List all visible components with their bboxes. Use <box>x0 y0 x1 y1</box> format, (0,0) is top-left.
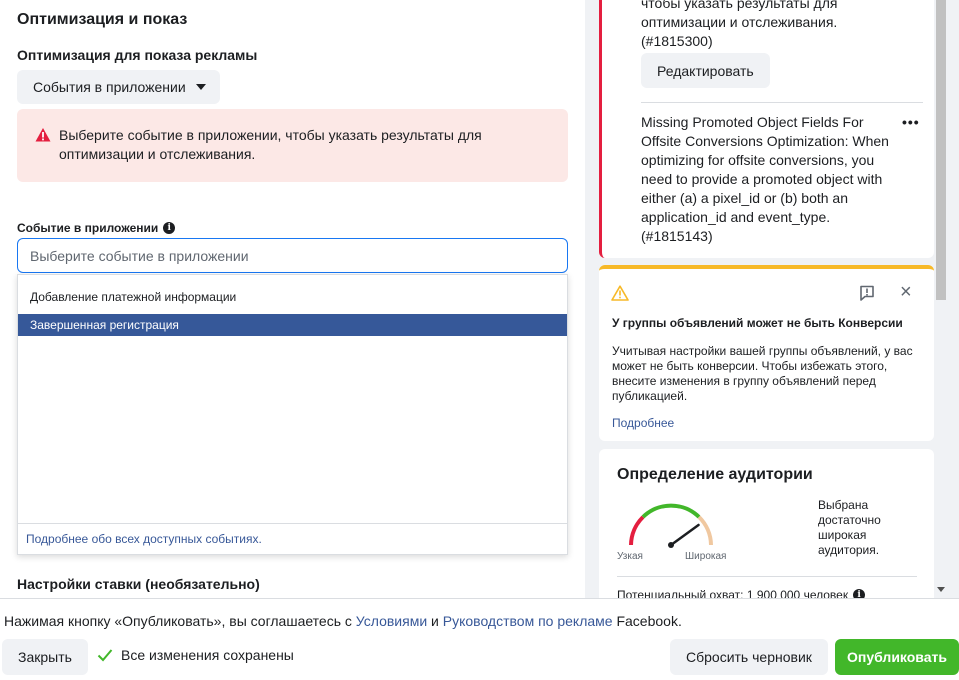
menu-item-complete-registration[interactable]: Завершенная регистрация <box>18 314 567 336</box>
audience-gauge <box>629 503 713 548</box>
error-card-text-1: чтобы указать результаты для оптимизации… <box>641 0 838 49</box>
optimization-panel: Оптимизация и показ Оптимизация для пока… <box>0 0 585 598</box>
terms-text: Нажимая кнопку «Опубликовать», вы соглаш… <box>4 613 682 629</box>
feedback-icon[interactable] <box>859 285 875 301</box>
potential-reach-text: Потенциальный охват: 1 900 000 человек <box>617 588 849 598</box>
error-text: Выберите событие в приложении, чтобы ука… <box>59 127 482 162</box>
save-status: Все изменения сохранены <box>97 647 294 663</box>
audience-title: Определение аудитории <box>617 466 813 483</box>
ad-guidelines-link[interactable]: Руководством по рекламе <box>443 613 613 629</box>
reset-draft-button[interactable]: Сбросить черновик <box>670 639 828 675</box>
section-title: Оптимизация и показ <box>17 11 188 28</box>
warning-card: × У группы объявлений может не быть Конв… <box>599 265 934 441</box>
scroll-down-arrow-icon[interactable] <box>937 587 945 592</box>
gauge-right-label: Широкая <box>685 551 727 562</box>
terms-link[interactable]: Условиями <box>356 613 427 629</box>
close-button[interactable]: Закрыть <box>2 639 88 675</box>
divider <box>641 102 923 103</box>
gauge-needle <box>669 523 700 547</box>
saved-text: Все изменения сохранены <box>121 647 294 663</box>
app-event-label: Событие в приложении i <box>17 221 176 235</box>
bid-settings-title: Настройки ставки (необязательно) <box>17 576 260 592</box>
info-icon[interactable]: i <box>853 589 866 598</box>
app-event-input[interactable] <box>17 238 568 273</box>
checkmark-icon <box>97 649 113 662</box>
publish-button[interactable]: Опубликовать <box>835 639 959 675</box>
error-card: чтобы указать результаты для оптимизации… <box>599 0 934 258</box>
warning-body: Учитывая настройки вашей группы объявлен… <box>612 344 913 403</box>
terms-suffix: Facebook. <box>612 613 682 629</box>
right-column: чтобы указать результаты для оптимизации… <box>599 0 934 598</box>
edit-button[interactable]: Редактировать <box>641 53 770 88</box>
learn-more-link[interactable]: Подробнее <box>612 416 674 430</box>
warning-title: У группы объявлений может не быть Конвер… <box>612 316 903 330</box>
gauge-left-label: Узкая <box>617 551 643 562</box>
error-message-box: Выберите событие в приложении, чтобы ука… <box>17 109 568 182</box>
audience-description: Выбрана достаточно широкая аудитория. <box>818 498 881 557</box>
audience-card: Определение аудитории Узкая Широкая Выбр… <box>599 449 934 598</box>
error-card-text-2: Missing Promoted Object Fields For Offsi… <box>641 114 889 244</box>
caret-down-icon <box>195 84 206 90</box>
error-triangle-icon <box>35 128 51 142</box>
more-options-icon[interactable]: ••• <box>902 114 920 130</box>
ad-delivery-label: Оптимизация для показа рекламы <box>17 47 258 63</box>
ad-delivery-dropdown[interactable]: События в приложении <box>17 70 220 104</box>
scrollbar[interactable] <box>934 0 948 598</box>
terms-prefix: Нажимая кнопку «Опубликовать», вы соглаш… <box>4 613 356 629</box>
close-icon[interactable]: × <box>900 282 912 302</box>
footer-bar: Нажимая кнопку «Опубликовать», вы соглаш… <box>0 598 959 680</box>
app-event-label-text: Событие в приложении <box>17 221 159 235</box>
warning-icon <box>611 285 629 301</box>
info-icon[interactable]: i <box>163 222 176 234</box>
scrollbar-thumb[interactable] <box>936 0 946 300</box>
app-event-menu: Добавление платежной информации Завершен… <box>17 274 568 555</box>
potential-reach: Потенциальный охват: 1 900 000 человек i <box>617 588 866 598</box>
terms-and: и <box>427 613 443 629</box>
menu-item-add-payment-info[interactable]: Добавление платежной информации <box>18 286 567 308</box>
ad-delivery-value: События в приложении <box>33 79 186 95</box>
menu-footer-link[interactable]: Подробнее обо всех доступных событиях. <box>18 523 567 554</box>
divider <box>617 576 917 577</box>
